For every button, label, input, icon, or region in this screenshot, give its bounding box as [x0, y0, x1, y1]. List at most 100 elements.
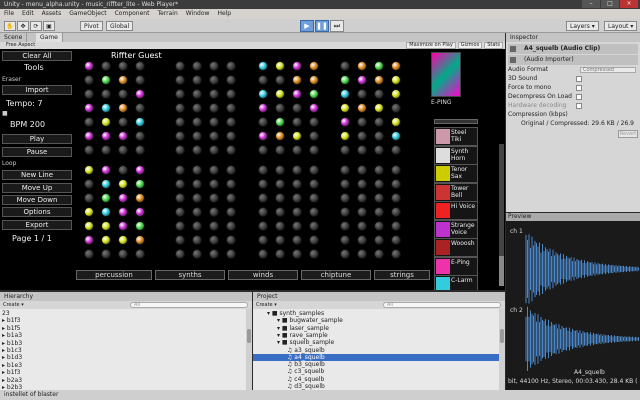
sequencer-pad[interactable] — [357, 131, 367, 141]
sequencer-pad[interactable] — [275, 207, 285, 217]
sequencer-pad[interactable] — [118, 207, 128, 217]
sequencer-pad[interactable] — [391, 61, 401, 71]
sequencer-pad[interactable] — [135, 131, 145, 141]
sequencer-pad[interactable] — [84, 145, 94, 155]
preset-item[interactable]: Wooosh — [434, 238, 478, 257]
sequencer-pad[interactable] — [391, 235, 401, 245]
sequencer-pad[interactable] — [226, 165, 236, 175]
sequencer-pad[interactable] — [226, 221, 236, 231]
sequencer-pad[interactable] — [309, 89, 319, 99]
sequencer-pad[interactable] — [258, 193, 268, 203]
sequencer-pad[interactable] — [258, 61, 268, 71]
sequencer-pad[interactable] — [309, 249, 319, 259]
sequencer-pad[interactable] — [118, 89, 128, 99]
preset-item[interactable]: E-Ping — [434, 256, 478, 276]
sequencer-pad[interactable] — [101, 221, 111, 231]
sequencer-pad[interactable] — [101, 165, 111, 175]
maximize-icon[interactable]: □ — [601, 0, 619, 8]
hierarchy-search-input[interactable]: All — [130, 302, 248, 308]
hierarchy-scrollbar-thumb[interactable] — [247, 329, 251, 343]
sequencer-pad[interactable] — [135, 193, 145, 203]
sequencer-pad[interactable] — [292, 221, 302, 231]
hierarchy-item[interactable]: ▸ b1d3 — [2, 354, 22, 361]
global-toggle[interactable]: Global — [106, 21, 134, 31]
sequencer-pad[interactable] — [192, 165, 202, 175]
preset-item[interactable]: Strange Voice — [434, 219, 478, 239]
sequencer-pad[interactable] — [135, 221, 145, 231]
sequencer-pad[interactable] — [340, 221, 350, 231]
sequencer-pad[interactable] — [275, 165, 285, 175]
sequencer-pad[interactable] — [84, 103, 94, 113]
sequencer-pad[interactable] — [309, 165, 319, 175]
sequencer-pad[interactable] — [275, 117, 285, 127]
sequencer-pad[interactable] — [275, 103, 285, 113]
sequencer-pad[interactable] — [391, 103, 401, 113]
sequencer-pad[interactable] — [209, 75, 219, 85]
sequencer-pad[interactable] — [84, 207, 94, 217]
sequencer-pad[interactable] — [275, 179, 285, 189]
project-folder[interactable]: ▾ ■ rave_sample — [253, 332, 500, 339]
sequencer-pad[interactable] — [340, 145, 350, 155]
hand-tool-icon[interactable]: ✋ — [4, 21, 16, 31]
audio-format-dropdown[interactable]: Compressed — [580, 67, 636, 73]
sequencer-pad[interactable] — [357, 89, 367, 99]
sequencer-pad[interactable] — [258, 89, 268, 99]
sequencer-pad[interactable] — [101, 75, 111, 85]
sequencer-pad[interactable] — [226, 235, 236, 245]
sequencer-pad[interactable] — [84, 131, 94, 141]
sequencer-pad[interactable] — [292, 61, 302, 71]
hierarchy-item[interactable]: ▸ b1e3 — [2, 362, 22, 369]
sequencer-pad[interactable] — [391, 117, 401, 127]
sequencer-pad[interactable] — [340, 193, 350, 203]
sequencer-pad[interactable] — [209, 145, 219, 155]
category-synths-button[interactable]: synths — [155, 270, 225, 280]
tab-hierarchy[interactable]: Hierarchy — [0, 292, 252, 301]
sequencer-pad[interactable] — [391, 249, 401, 259]
sequencer-pad[interactable] — [309, 207, 319, 217]
sequencer-pad[interactable] — [340, 235, 350, 245]
sequencer-pad[interactable] — [192, 117, 202, 127]
maximize-on-play-toggle[interactable]: Maximize on Play — [406, 42, 456, 49]
tab-game[interactable]: Game — [36, 33, 63, 42]
sequencer-pad[interactable] — [357, 193, 367, 203]
hierarchy-item[interactable]: ▸ b1f3 — [2, 369, 20, 376]
sequencer-pad[interactable] — [192, 103, 202, 113]
sequencer-pad[interactable] — [175, 89, 185, 99]
sequencer-pad[interactable] — [391, 179, 401, 189]
close-icon[interactable]: × — [620, 0, 638, 8]
project-audio-file[interactable]: ♫ b3_squelb — [253, 361, 500, 368]
sequencer-pad[interactable] — [226, 207, 236, 217]
stats-toggle[interactable]: Stats — [484, 42, 503, 49]
sequencer-pad[interactable] — [84, 221, 94, 231]
project-audio-file[interactable]: ♫ a3_squelb — [253, 347, 500, 354]
sequencer-pad[interactable] — [292, 75, 302, 85]
clear-all-button[interactable]: Clear All — [2, 51, 72, 61]
sequencer-pad[interactable] — [258, 131, 268, 141]
sequencer-pad[interactable] — [84, 193, 94, 203]
sequencer-pad[interactable] — [374, 179, 384, 189]
hierarchy-item[interactable]: ▸ b1f5 — [2, 325, 20, 332]
hierarchy-create-dropdown[interactable]: Create ▾ — [3, 302, 24, 308]
sequencer-pad[interactable] — [340, 89, 350, 99]
sequencer-pad[interactable] — [84, 249, 94, 259]
sequencer-pad[interactable] — [135, 249, 145, 259]
sequencer-pad[interactable] — [209, 207, 219, 217]
sequencer-pad[interactable] — [209, 221, 219, 231]
sequencer-pad[interactable] — [391, 89, 401, 99]
sequencer-pad[interactable] — [209, 117, 219, 127]
project-search-input[interactable]: All — [383, 302, 501, 308]
project-audio-file[interactable]: ♫ d3_squelb — [253, 383, 500, 390]
sequencer-pad[interactable] — [226, 103, 236, 113]
category-percussion-button[interactable]: percussion — [76, 270, 152, 280]
sequencer-pad[interactable] — [175, 117, 185, 127]
sequencer-pad[interactable] — [292, 89, 302, 99]
sequencer-pad[interactable] — [357, 103, 367, 113]
sequencer-pad[interactable] — [309, 61, 319, 71]
sequencer-pad[interactable] — [135, 103, 145, 113]
sequencer-pad[interactable] — [135, 165, 145, 175]
sequencer-pad[interactable] — [175, 61, 185, 71]
sequencer-pad[interactable] — [175, 207, 185, 217]
sequencer-pad[interactable] — [340, 207, 350, 217]
sequencer-pad[interactable] — [374, 165, 384, 175]
category-strings-button[interactable]: strings — [374, 270, 430, 280]
